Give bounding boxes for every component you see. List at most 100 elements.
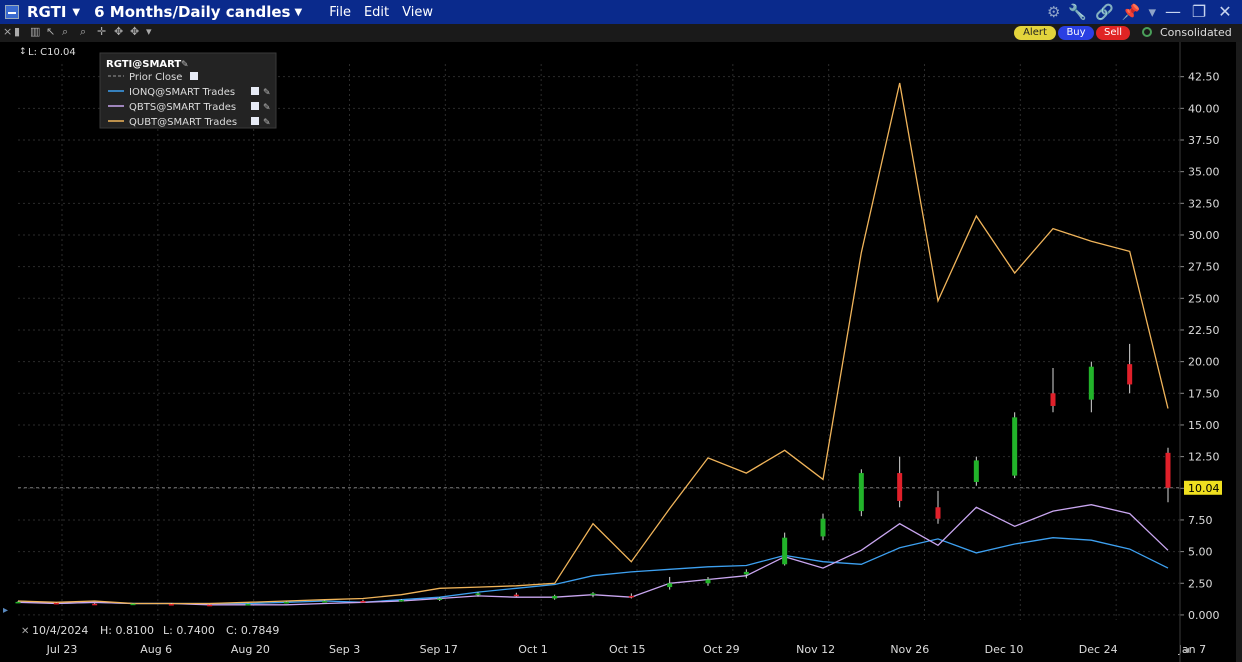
chart-toolbar: × ▮ ▥ ↖ ⌕ ⌕ ✛ ✥ ✥ ▾ Alert Buy Sell Conso… [0, 24, 1242, 43]
y-tick-label: 25.00 [1188, 292, 1220, 305]
price-chart[interactable]: Jul 23 Aug 6 Aug 20 Sep 3 Sep 17 Oct 1 Oct 15 O… [0, 42, 1236, 662]
sort-icon[interactable]: ↕ [19, 47, 27, 57]
info-icon[interactable]: ▮ [14, 25, 20, 38]
feed-label[interactable]: Consolidated [1160, 26, 1232, 39]
price-tag-text: 10.04 [1188, 482, 1220, 495]
x-tick-label: Sep 3 [329, 643, 360, 656]
candle-body [398, 599, 404, 602]
menu-edit[interactable]: Edit [364, 5, 389, 20]
candle-body [207, 604, 213, 607]
sell-button[interactable]: Sell [1096, 26, 1130, 40]
chart-app-icon [5, 5, 19, 19]
qbts-checkbox[interactable] [251, 102, 259, 110]
zoom-out-icon[interactable]: ⌕ [80, 25, 86, 39]
legend-title: RGTI@SMART [106, 59, 181, 70]
y-tick-label: 40.00 [1188, 102, 1220, 115]
legend-item-qubt: QUBT@SMART Trades [129, 117, 237, 128]
candle-body [705, 579, 711, 584]
candle-body [743, 571, 749, 575]
y-tick-label: 42.50 [1188, 71, 1220, 84]
bar-chart-icon[interactable]: ▥ [30, 25, 40, 38]
y-tick-label: 35.00 [1188, 166, 1220, 179]
candle-body [1012, 417, 1018, 476]
candle-body [858, 473, 864, 512]
candle-body [130, 603, 136, 606]
candle-body [437, 598, 443, 600]
scroll-left-icon[interactable]: ▸ [3, 605, 8, 616]
more-dropdown-icon[interactable]: ▾ [1148, 3, 1156, 21]
qbts-edit-icon[interactable]: ✎ [263, 103, 271, 113]
status-close: C: 0.7849 [226, 624, 279, 637]
wrench-icon[interactable]: 🔧 [1068, 3, 1087, 21]
pan-icon[interactable]: ✥ [114, 25, 123, 38]
legend-item-qbts: QBTS@SMART Trades [129, 102, 236, 113]
x-tick-label: Oct 1 [518, 643, 548, 656]
symbol-selector[interactable]: RGTI [27, 3, 66, 21]
drawing-icon[interactable]: ✥ [130, 25, 139, 38]
x-tick-label: Dec 24 [1079, 643, 1118, 656]
scroll-right-icon[interactable]: ◂ [1184, 645, 1189, 656]
candle-body [360, 601, 366, 603]
x-tick-label: Nov 26 [890, 643, 929, 656]
y-tick-label: 15.00 [1188, 419, 1220, 432]
close-button[interactable]: ✕ [1216, 2, 1234, 21]
pin-icon[interactable]: 📌 [1122, 3, 1141, 21]
candle-body [552, 595, 558, 599]
pointer-icon[interactable]: ↖ [46, 25, 55, 38]
status-date: 10/4/2024 [32, 624, 88, 637]
candle-body [92, 603, 98, 606]
candle-body [667, 583, 673, 588]
y-tick-label: 7.50 [1188, 514, 1213, 527]
link-icon[interactable]: 🔗 [1095, 3, 1114, 21]
candle-body [53, 602, 59, 605]
legend-item-ionq: IONQ@SMART Trades [129, 87, 235, 98]
menu-view[interactable]: View [402, 5, 433, 20]
candle-body [1127, 364, 1133, 385]
tools-dropdown-icon[interactable]: ▾ [146, 25, 152, 38]
candle-body [475, 593, 481, 595]
x-tick-label: Oct 15 [609, 643, 646, 656]
scroll-strip[interactable] [1236, 42, 1242, 662]
candle-body [782, 537, 788, 565]
zoom-in-icon[interactable]: ⌕ [62, 25, 68, 39]
y-tick-label: 30.00 [1188, 229, 1220, 242]
x-tick-label: Sep 17 [420, 643, 458, 656]
alert-button[interactable]: Alert [1014, 26, 1056, 40]
period-selector[interactable]: 6 Months/Daily candles [94, 3, 290, 21]
legend[interactable]: RGTI@SMART ✎ Prior Close IONQ@SMART Trad… [99, 52, 277, 129]
candle-body [973, 460, 979, 482]
candle-body [168, 604, 174, 606]
candle-body [245, 603, 251, 606]
candle-body [897, 473, 903, 501]
menu-file[interactable]: File [329, 5, 351, 20]
legend-title-edit-icon[interactable]: ✎ [181, 60, 189, 70]
close-panel-icon[interactable]: × [3, 25, 12, 38]
buy-button[interactable]: Buy [1058, 26, 1094, 40]
prior-close-checkbox[interactable] [190, 72, 198, 80]
sync-icon[interactable] [1142, 27, 1152, 37]
collapse-status-icon[interactable]: ✕ [21, 626, 29, 637]
symbol-dropdown-icon[interactable]: ▼ [72, 7, 80, 18]
x-tick-label: Aug 6 [140, 643, 172, 656]
candle-body [820, 518, 826, 537]
ionq-edit-icon[interactable]: ✎ [263, 88, 271, 98]
ionq-checkbox[interactable] [251, 87, 259, 95]
x-tick-label: Jul 23 [46, 643, 78, 656]
y-tick-label: 32.50 [1188, 197, 1220, 210]
minimize-button[interactable]: — [1164, 2, 1182, 21]
x-tick-label: Oct 29 [703, 643, 740, 656]
qubt-checkbox[interactable] [251, 117, 259, 125]
qubt-edit-icon[interactable]: ✎ [263, 118, 271, 128]
crosshair-icon[interactable]: ✛ [97, 25, 106, 38]
candle-body [1165, 452, 1171, 488]
x-tick-label: Jan 7 [1178, 643, 1206, 656]
candle-body [935, 507, 941, 519]
maximize-button[interactable]: ❐ [1190, 2, 1208, 21]
y-tick-label: 5.00 [1188, 546, 1213, 559]
period-dropdown-icon[interactable]: ▼ [294, 7, 302, 18]
candle-body [628, 595, 634, 598]
legend-item-prior-close: Prior Close [129, 72, 182, 83]
y-tick-label: 2.50 [1188, 577, 1213, 590]
settings-icon[interactable]: ⚙ [1047, 3, 1060, 21]
title-bar-controls: ⚙ 🔧 🔗 📌 ▾ — ❐ ✕ [1047, 2, 1234, 21]
